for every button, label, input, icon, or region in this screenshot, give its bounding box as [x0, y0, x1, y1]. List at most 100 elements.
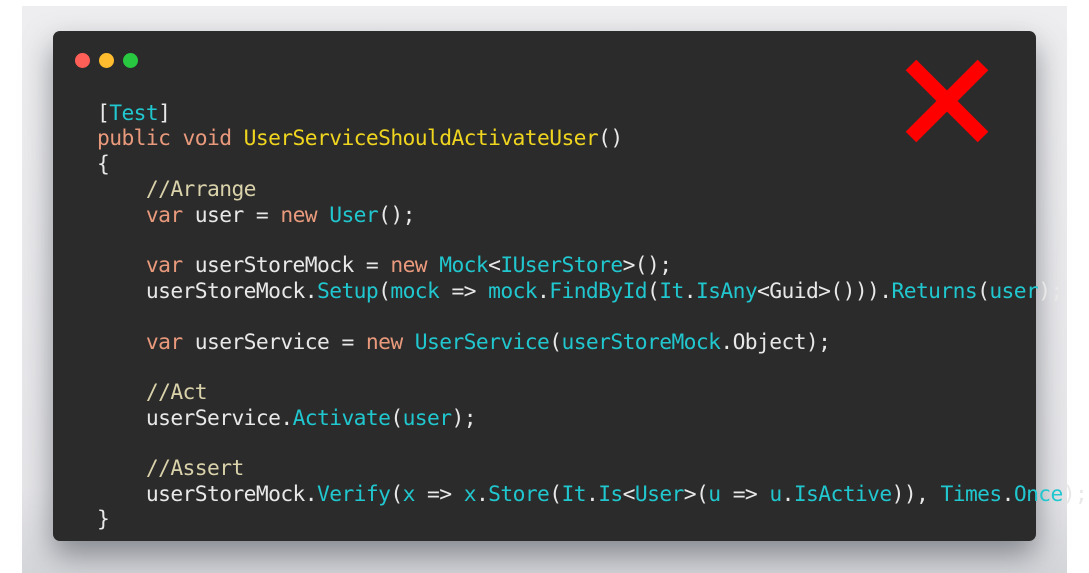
code-token: userService. — [97, 405, 293, 431]
code-token: { — [97, 151, 110, 177]
code-token: ( — [378, 278, 391, 304]
code-token: ( — [977, 278, 990, 304]
code-token: UserService — [414, 329, 550, 355]
code-token: //Arrange — [145, 177, 257, 203]
code-token: IUserStore — [500, 253, 623, 279]
code-line: //Arrange — [97, 177, 1087, 202]
code-token: [ — [97, 101, 110, 126]
code-token: userStoreMock = — [182, 253, 391, 279]
code-line: [Test] — [97, 101, 1087, 126]
code-token: ); — [451, 405, 476, 431]
code-token: Returns — [891, 278, 978, 304]
code-window: [Test] public void UserServiceShouldActiv… — [53, 31, 1088, 541]
code-token: ( — [647, 278, 660, 304]
code-token: >( — [683, 481, 709, 507]
code-token: ( — [549, 481, 562, 507]
code-line: public void UserServiceShouldActivateUse… — [97, 126, 1087, 151]
code-token: Activate — [292, 405, 391, 431]
code-token: //Assert — [145, 456, 244, 482]
code-token: User — [329, 202, 379, 228]
code-token: FindById — [549, 278, 648, 304]
code-token: . — [537, 278, 550, 304]
code-token: Mock — [439, 253, 489, 279]
code-token: userStoreMock — [561, 329, 721, 355]
code-token: => — [720, 481, 770, 507]
code-token: u — [708, 481, 721, 507]
code-token: .Object); — [720, 329, 831, 355]
code-line: { — [97, 152, 1087, 177]
code-token: IsActive — [793, 481, 892, 507]
code-token: new — [365, 329, 415, 355]
code-token: Times — [940, 481, 1003, 507]
code-token: ); — [1038, 278, 1063, 304]
code-token: It — [561, 481, 587, 507]
code-token: userStoreMock. — [97, 481, 318, 507]
code-token: . — [683, 278, 697, 304]
code-line: } — [97, 507, 1087, 532]
code-line: var userService = new UserService(userSt… — [97, 330, 1087, 355]
code-token: => — [414, 481, 464, 507]
code-token: u — [769, 481, 782, 507]
code-token: Verify — [317, 481, 391, 507]
code-token: ( — [390, 481, 403, 507]
code-token: => — [439, 278, 489, 304]
code-token: mock — [390, 278, 440, 304]
code-token: User — [634, 481, 684, 507]
close-window-button[interactable] — [75, 53, 90, 68]
code-token: . — [475, 481, 489, 507]
code-token: x — [402, 481, 416, 507]
code-token: Is — [598, 481, 623, 507]
code-token: ( — [390, 405, 403, 431]
code-token: < — [488, 253, 501, 279]
code-token: new — [280, 202, 330, 228]
maximize-window-button[interactable] — [123, 53, 138, 68]
code-token: public void — [97, 126, 244, 152]
code-token: )), — [891, 481, 941, 507]
code-token: var — [145, 329, 183, 355]
code-line: userStoreMock.Verify(x => x.Store(It.Is<… — [97, 481, 1088, 507]
code-token: ( — [549, 329, 562, 355]
code-token: . — [1001, 481, 1015, 507]
code-token: userStoreMock. — [97, 278, 318, 304]
code-token: mock — [488, 278, 538, 304]
code-token: () — [598, 126, 623, 152]
code-token: //Act — [145, 380, 208, 406]
code-token: >(); — [622, 253, 672, 279]
code-line: userService.Activate(user); — [97, 406, 1087, 431]
code-token: user — [989, 278, 1039, 304]
code-line: var userStoreMock = new Mock<IUserStore>… — [97, 253, 1087, 278]
code-line: var user = new User(); — [97, 203, 1087, 228]
minimize-window-button[interactable] — [99, 53, 114, 68]
code-token: . — [585, 481, 599, 507]
code-line: //Assert — [97, 456, 1087, 481]
code-token: userService = — [182, 329, 366, 355]
code-token: var — [145, 202, 183, 228]
code-token: Setup — [317, 278, 379, 304]
code-token: UserServiceShouldActivateUser — [243, 126, 599, 152]
code-token: . — [781, 481, 795, 507]
code-token: Store — [488, 481, 550, 507]
code-token: (); — [378, 202, 415, 228]
code-token: IsAny — [695, 278, 758, 304]
code-token: Once — [1013, 481, 1063, 507]
code-token: ); — [1062, 481, 1088, 507]
code-token: x — [463, 481, 477, 507]
code-token: Test — [109, 101, 159, 126]
code-token: < — [622, 481, 636, 507]
code-token: var — [145, 253, 183, 279]
code-token: } — [97, 507, 110, 533]
code-token: user — [402, 405, 452, 431]
code-block: [Test] public void UserServiceShouldActiv… — [97, 101, 1088, 533]
code-line: //Act — [97, 380, 1087, 405]
code-token: It — [659, 278, 684, 304]
